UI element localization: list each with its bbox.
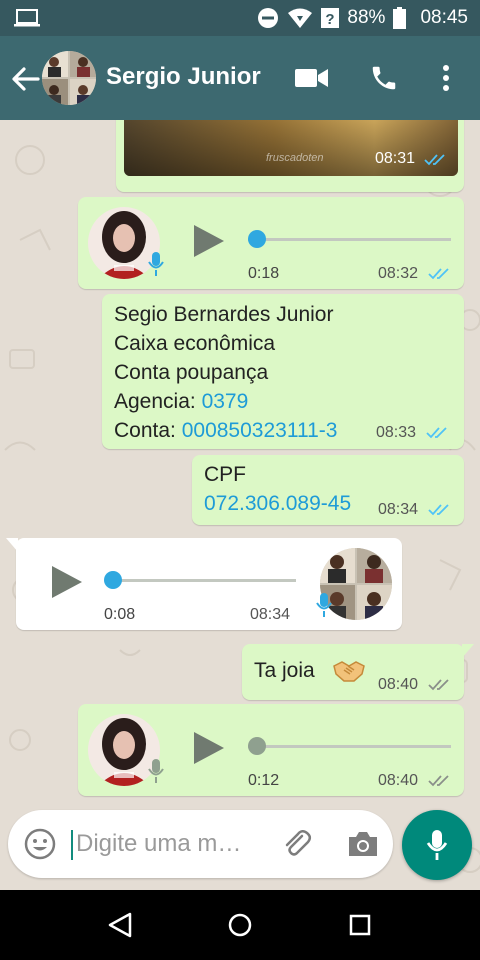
nav-home-icon[interactable] <box>224 909 256 941</box>
account-label: Conta: <box>114 419 182 442</box>
voice-progress-knob[interactable] <box>248 737 266 755</box>
battery-percent: 88% <box>347 7 386 28</box>
system-navigation-bar <box>0 890 480 960</box>
voice-mic-icon <box>148 759 164 783</box>
agency-number-link[interactable]: 0379 <box>202 390 249 413</box>
voice-duration: 0:18 <box>248 265 280 282</box>
handshake-icon <box>333 661 365 682</box>
mic-button[interactable] <box>402 810 472 880</box>
message-time: 08:33 <box>376 424 417 441</box>
agency-label: Agencia: <box>114 390 202 413</box>
laptop-icon <box>14 9 40 27</box>
voice-mic-icon <box>148 252 164 276</box>
message-time: 08:34 <box>250 606 291 623</box>
message-time: 08:40 <box>378 676 419 693</box>
video-call-icon[interactable] <box>294 60 330 96</box>
chat-area[interactable]: fruscadoten 08:31 0:18 08:32 Segio Berna… <box>0 120 480 890</box>
message-time: 08:34 <box>378 501 419 518</box>
text-message[interactable]: Ta joia 08:40 <box>242 644 474 700</box>
read-ticks-icon <box>426 427 447 439</box>
voice-message[interactable]: 0:18 08:32 <box>78 197 464 289</box>
voice-message[interactable]: 0:12 08:40 <box>78 704 464 796</box>
message-photo[interactable]: fruscadoten 08:31 <box>124 120 458 176</box>
message-time: 08:32 <box>378 265 419 282</box>
read-ticks-icon <box>428 504 449 516</box>
status-bar: ? 88% 08:45 <box>0 0 480 36</box>
chat-header: Sergio Junior <box>0 36 480 120</box>
message-line: Conta poupança <box>114 361 269 384</box>
back-arrow-icon[interactable] <box>8 62 42 96</box>
contact-avatar[interactable] <box>42 51 96 105</box>
play-button-icon[interactable] <box>192 223 226 259</box>
voice-message[interactable]: 0:08 08:34 <box>6 538 402 630</box>
bubble-tail <box>462 644 474 658</box>
read-ticks-icon <box>428 268 449 280</box>
phone-call-icon[interactable] <box>366 60 402 96</box>
attach-icon[interactable] <box>280 827 314 861</box>
nav-recents-icon[interactable] <box>344 909 376 941</box>
account-number-link[interactable]: 000850323111-3 <box>182 419 338 442</box>
battery-icon <box>393 7 407 29</box>
delivered-ticks-icon <box>428 775 449 787</box>
voice-progress-knob[interactable] <box>104 571 122 589</box>
voice-progress-track[interactable] <box>248 745 451 748</box>
voice-progress-track[interactable] <box>248 238 451 241</box>
contact-name[interactable]: Sergio Junior <box>106 63 266 91</box>
photo-watermark: fruscadoten <box>266 152 324 164</box>
message-input[interactable] <box>76 828 276 860</box>
wifi-icon <box>288 8 313 28</box>
more-vert-icon[interactable] <box>428 60 464 96</box>
text-message[interactable]: CPF 072.306.089-45 08:34 <box>192 455 464 525</box>
message-composer <box>8 810 393 878</box>
cpf-label: CPF <box>204 463 246 486</box>
voice-duration: 0:08 <box>104 606 136 623</box>
play-button-icon[interactable] <box>50 564 84 600</box>
voice-mic-icon <box>316 593 332 617</box>
mic-icon <box>426 830 448 860</box>
emoji-icon[interactable] <box>24 828 56 860</box>
text-cursor <box>71 830 73 860</box>
bubble-tail <box>6 538 18 552</box>
text-message[interactable]: Segio Bernardes Junior Caixa econômica C… <box>102 294 464 449</box>
voice-progress-track[interactable] <box>106 579 296 582</box>
message-time: 08:40 <box>378 772 419 789</box>
read-ticks-icon <box>424 154 445 166</box>
do-not-disturb-icon <box>258 8 279 28</box>
clock: 08:45 <box>420 7 468 28</box>
voice-duration: 0:12 <box>248 772 280 789</box>
camera-icon[interactable] <box>346 829 380 859</box>
message-text: Ta joia <box>254 659 315 682</box>
voice-progress-knob[interactable] <box>248 230 266 248</box>
image-message[interactable]: fruscadoten 08:31 <box>116 120 464 192</box>
message-line: Caixa econômica <box>114 332 276 355</box>
delivered-ticks-icon <box>428 679 449 691</box>
message-line: Segio Bernardes Junior <box>114 303 334 326</box>
svg-text:?: ? <box>326 11 335 28</box>
play-button-icon[interactable] <box>192 730 226 766</box>
nav-back-icon[interactable] <box>104 909 136 941</box>
cpf-number-link[interactable]: 072.306.089-45 <box>204 489 351 518</box>
message-time: 08:31 <box>375 150 416 167</box>
no-signal-icon: ? <box>321 8 340 28</box>
